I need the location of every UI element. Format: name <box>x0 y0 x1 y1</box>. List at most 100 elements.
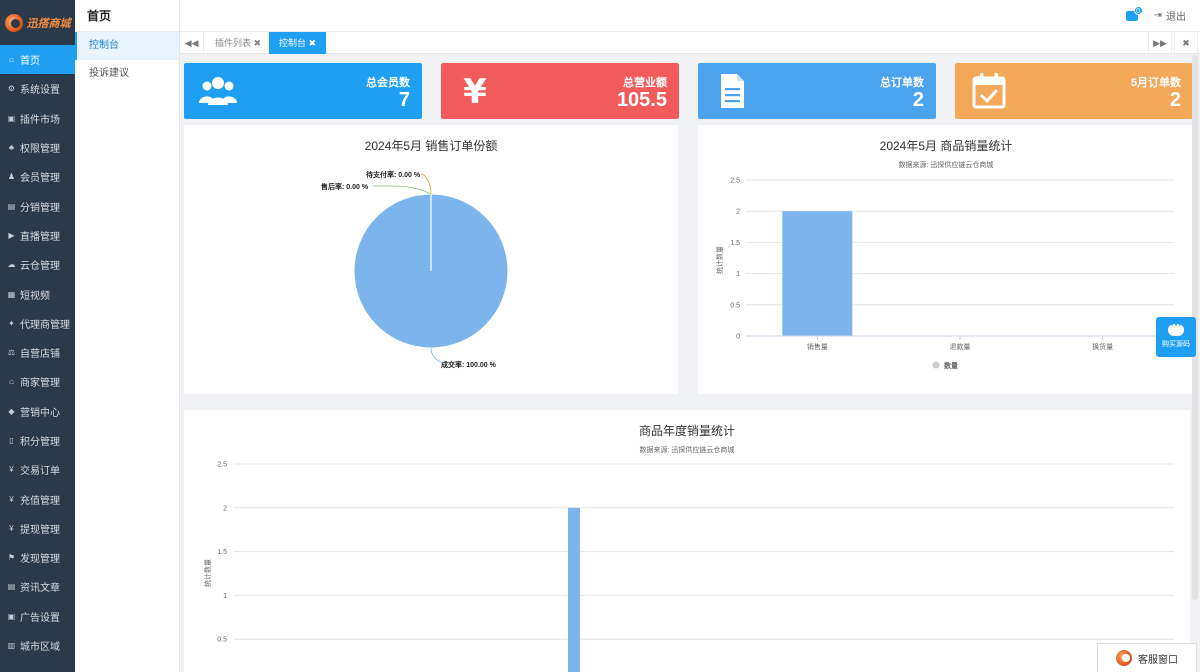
sidebar-item[interactable]: ▤ 分销管理 <box>0 191 75 220</box>
users-icon <box>199 77 237 105</box>
news-icon: ▤ <box>7 582 16 592</box>
customer-service-window-button[interactable]: 客服窗口 <box>1097 643 1197 672</box>
sidebar-item[interactable]: ¥ 提现管理 <box>0 514 75 543</box>
shop-icon: ⚖ <box>7 348 16 358</box>
sidebar-item-label: 营销中心 <box>20 407 60 419</box>
legend-marker[interactable] <box>932 361 940 369</box>
stat-card-value: 105.5 <box>616 89 667 111</box>
buy-source-code-button[interactable]: 购买源码 <box>1156 317 1196 357</box>
pie-connector-after-sale <box>372 185 432 195</box>
share-icon: ▤ <box>7 201 16 211</box>
tab-console[interactable]: 控制台 ✖ <box>269 32 327 54</box>
stat-card-value: 2 <box>912 89 924 111</box>
annual-chart-title: 商品年度销量统计 <box>639 423 735 438</box>
sidebar-item[interactable]: ⌂ 商家管理 <box>0 367 75 396</box>
x-tick-label: 销售量 <box>807 342 828 351</box>
sidebar-item[interactable]: ☁ 云仓管理 <box>0 250 75 279</box>
sidebar-item-label: 系统设置 <box>20 85 60 97</box>
y-tick-label: 1 <box>736 271 740 278</box>
sidebar-item-label: 会员管理 <box>20 173 60 185</box>
legend-label[interactable]: 数量 <box>944 361 958 370</box>
sidebar-item[interactable]: ✦ 代理商管理 <box>0 309 75 338</box>
sidebar-item-label: 云仓管理 <box>20 261 60 273</box>
annual-bar-plot: 0.5 1 1.5 2 2.5 <box>217 462 1174 672</box>
annual-sales-panel: 商品年度销量统计 数据来源: 迅探供应链云仓商城 统计数量 0.5 1 1.5 2 2.… <box>184 410 1190 672</box>
logo-mark-icon <box>4 13 23 32</box>
sidebar-item[interactable]: ¥ 充值管理 <box>0 484 75 513</box>
sidebar-item-label: 分销管理 <box>20 202 60 214</box>
stat-card-label: 总会员数 <box>366 77 410 89</box>
sidebar-item[interactable]: ◆ 营销中心 <box>0 397 75 426</box>
customer-service-label: 客服窗口 <box>1138 654 1178 666</box>
sidebar-item[interactable]: ▦ 短视频 <box>0 279 75 308</box>
pie-chart: 2024年5月 销售订单份额 待支付率: 0.00 % 售后率: 0.00 % 成交… <box>321 138 509 369</box>
subnav-title: 首页 <box>75 0 179 32</box>
gear-icon: ⚙ <box>7 84 16 94</box>
sidebar-item[interactable]: ▣ 插件市场 <box>0 104 75 133</box>
pie-slice-label: 待支付率: 0.00 % <box>366 170 421 179</box>
stat-card-month-orders: 5月订单数 2 <box>955 63 1193 119</box>
y-tick-label: 2.5 <box>730 178 740 185</box>
main-sidebar: 迅搭商城 ⌂ 首页 ⚙ 系统设置 ▣ 插件市场 ♣ 权限管理 ♟ 会员管理 ▤ 分销管理 ▶ 直播管理 ☁ 云… <box>0 0 75 672</box>
tab-plugin-list[interactable]: 插件列表 ✖ <box>205 32 271 54</box>
product-sales-panel: 2024年5月 商品销量统计 数据来源: 迅探供应链云仓商城 统计数量 0 0.5… <box>698 125 1194 394</box>
logout-button[interactable]: ⇥ 退出 <box>1154 8 1186 23</box>
yen-icon: ¥ <box>9 494 14 504</box>
y-tick-label: 2 <box>223 505 227 512</box>
message-icon[interactable]: 0 <box>1125 5 1143 21</box>
sidebar-item[interactable]: ▯ 积分管理 <box>0 426 75 455</box>
sidebar-menu: ⌂ 首页 ⚙ 系统设置 ▣ 插件市场 ♣ 权限管理 ♟ 会员管理 ▤ 分销管理 ▶ 直播管理 ☁ 云仓管理 ▦ 短… <box>0 45 75 660</box>
sidebar-item[interactable]: ▣ 广告设置 <box>0 602 75 631</box>
sidebar-item-label: 广告设置 <box>20 612 60 624</box>
y-tick-label: 0 <box>736 334 740 341</box>
tab-scroll-right-button[interactable]: ▶▶ <box>1148 32 1172 54</box>
sidebar-item[interactable]: ▥ 城市区域 <box>0 631 75 660</box>
sidebar-item[interactable]: ▶ 直播管理 <box>0 221 75 250</box>
y-tick-label: 1.5 <box>217 549 227 556</box>
bar[interactable] <box>568 507 580 672</box>
sidebar-item[interactable]: ⌂ 首页 <box>0 45 75 75</box>
document-icon <box>721 74 744 108</box>
stat-card-orders: 总订单数 2 <box>698 63 936 119</box>
pie-connector-pending <box>420 173 432 195</box>
annual-chart-y-axis-label: 统计数量 <box>203 559 212 587</box>
y-tick-label: 0.5 <box>217 637 227 644</box>
customer-service-logo-icon <box>1116 650 1132 666</box>
x-tick-label: 退款量 <box>950 342 971 351</box>
sidebar-item[interactable]: ♣ 权限管理 <box>0 133 75 162</box>
home-icon: ⌂ <box>9 55 14 65</box>
buy-source-code-label: 购买源码 <box>1162 341 1190 348</box>
sidebar-item-label: 权限管理 <box>20 144 60 156</box>
sub-navigation: 首页 控制台 投诉建议 <box>75 0 180 672</box>
sidebar-item-label: 城市区域 <box>20 642 60 654</box>
sidebar-item-label: 提现管理 <box>20 524 60 536</box>
sidebar-item[interactable]: ⚖ 自营店铺 <box>0 338 75 367</box>
sidebar-item-label: 资讯文章 <box>20 583 60 595</box>
x-tick-label: 换货量 <box>1092 342 1113 351</box>
users-icon: ♟ <box>7 172 16 182</box>
bar[interactable] <box>782 211 853 336</box>
pie-chart-title: 2024年5月 销售订单份额 <box>365 138 498 153</box>
plugin-icon: ▣ <box>7 113 16 123</box>
y-tick-label: 1.5 <box>730 240 740 247</box>
bar-chart-title: 2024年5月 商品销量统计 <box>880 138 1013 153</box>
tab-scroll-left-button[interactable]: ◀◀ <box>180 32 204 54</box>
cloud-icon: ☁ <box>7 260 16 270</box>
sidebar-item[interactable]: ▤ 资讯文章 <box>0 572 75 601</box>
sidebar-item[interactable]: ¥ 交易订单 <box>0 455 75 484</box>
logout-icon: ⇥ <box>1153 10 1162 21</box>
sidebar-item[interactable]: ⚑ 发现管理 <box>0 543 75 572</box>
subnav-item[interactable]: 控制台 <box>75 32 179 60</box>
map-icon: ▥ <box>7 641 16 651</box>
app-logo[interactable]: 迅搭商城 <box>0 0 75 45</box>
file-icon: ▯ <box>9 436 14 445</box>
subnav-item[interactable]: 投诉建议 <box>75 60 179 88</box>
currency-icon: ¥ <box>9 465 14 475</box>
calendar-check-icon <box>972 73 1006 109</box>
stat-card-revenue: ¥ 总营业额 105.5 <box>441 63 679 119</box>
sidebar-item[interactable]: ⚙ 系统设置 <box>0 74 75 103</box>
top-bar: 0 ⇥ 退出 <box>180 0 1200 32</box>
close-tabs-button[interactable]: ✖ <box>1174 32 1198 54</box>
sidebar-item-label: 商家管理 <box>20 378 60 390</box>
sidebar-item[interactable]: ♟ 会员管理 <box>0 162 75 191</box>
